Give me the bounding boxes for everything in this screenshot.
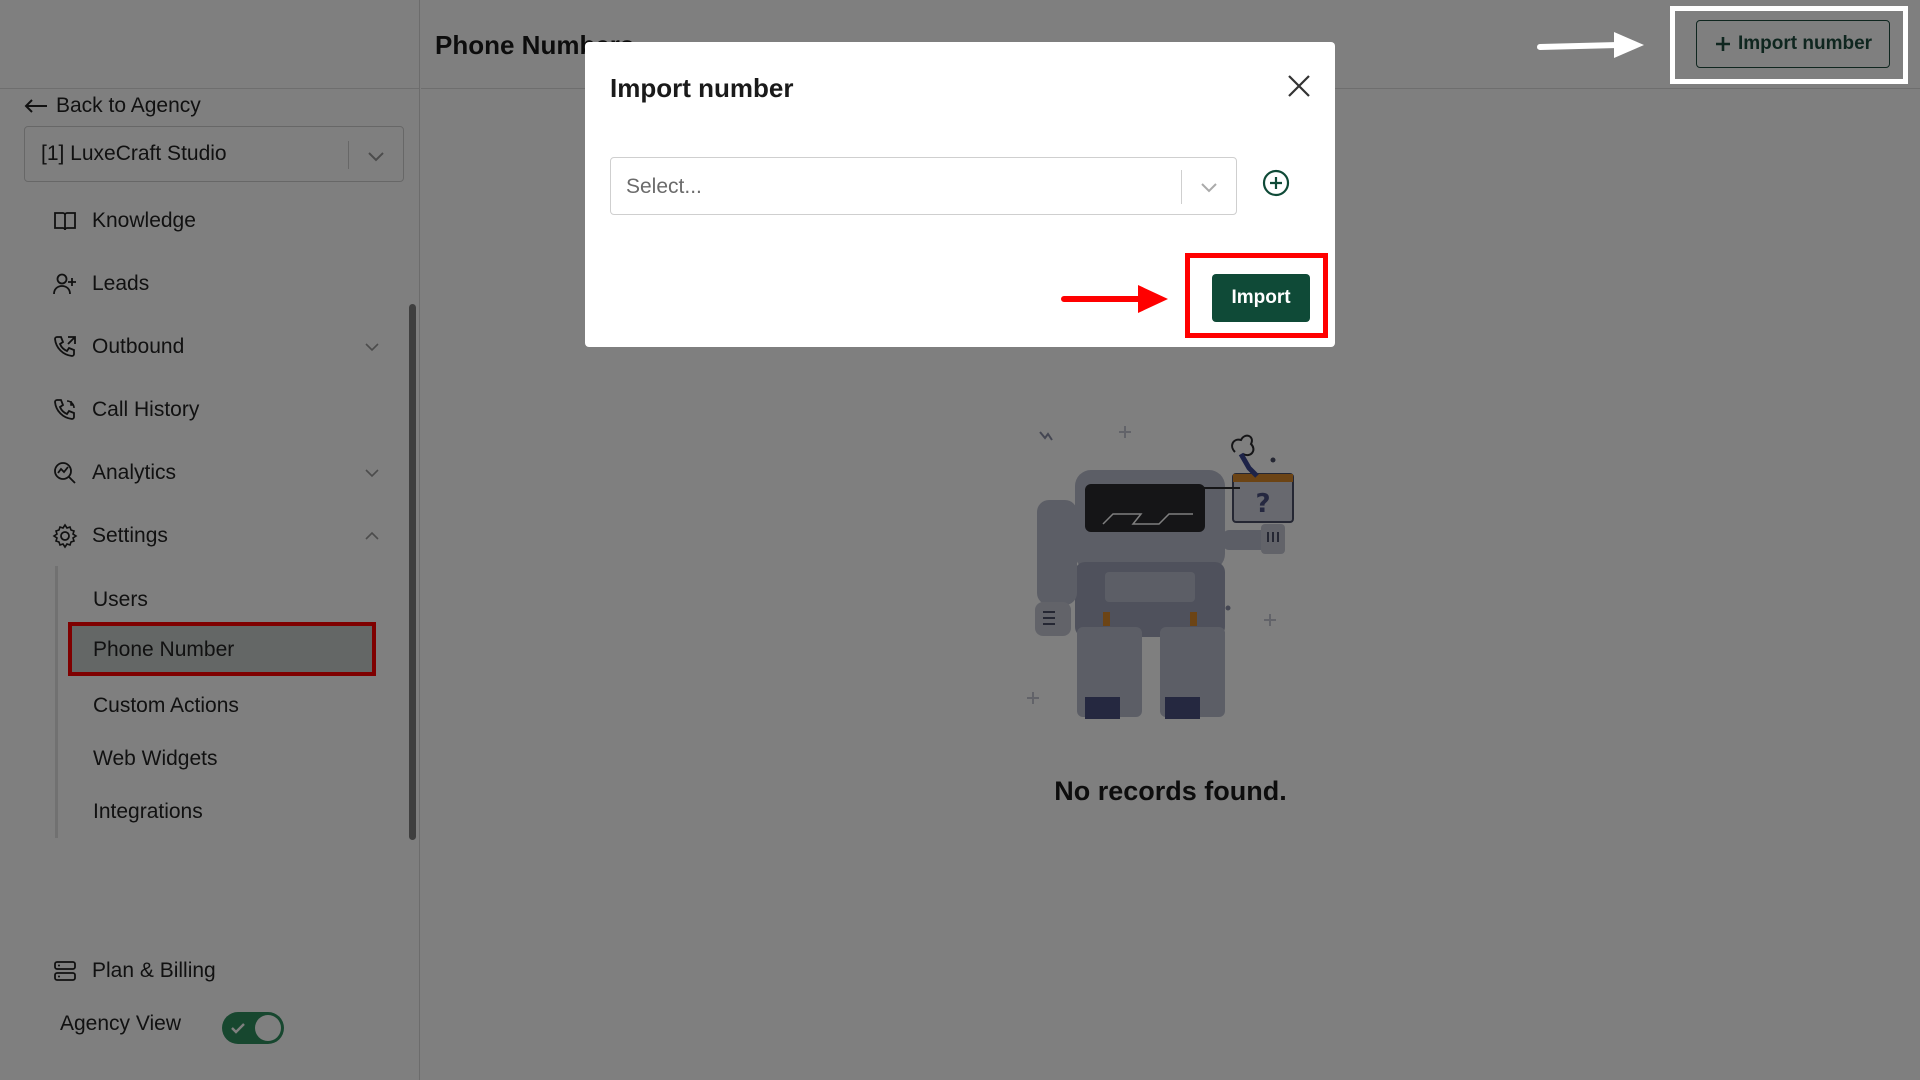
highlight-box-import-number (1670, 6, 1908, 84)
modal-title: Import number (610, 73, 794, 103)
select-divider (1181, 170, 1182, 204)
add-circle-icon[interactable] (1261, 168, 1291, 198)
highlight-box-import (1185, 253, 1328, 338)
chevron-down-icon (1201, 183, 1217, 193)
number-select[interactable]: Select... (610, 157, 1237, 215)
arrow-right-icon (1537, 32, 1644, 58)
close-icon[interactable] (1283, 70, 1315, 102)
arrow-right-icon (1061, 285, 1168, 313)
number-select-placeholder: Select... (626, 175, 702, 198)
